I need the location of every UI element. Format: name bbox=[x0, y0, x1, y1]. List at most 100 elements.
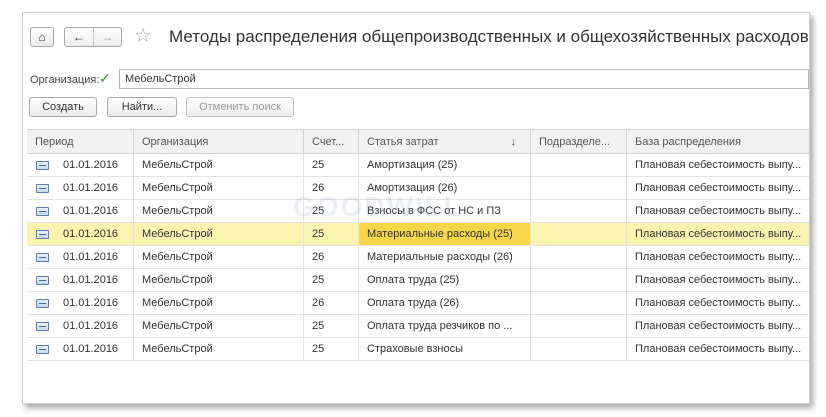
toolbar: Создать Найти... Отменить поиск bbox=[23, 97, 809, 119]
cell-cost-item[interactable]: Оплата труда резчиков по ... bbox=[359, 315, 531, 337]
table-row[interactable]: 01.01.2016 МебельСтрой 25 Материальные расх… bbox=[27, 223, 809, 246]
form-header: ⌂ ← → ☆ Методы распределения общепроизво… bbox=[23, 13, 809, 63]
cell-account[interactable]: 26 bbox=[304, 292, 359, 314]
period-value: 01.01.2016 bbox=[63, 274, 119, 286]
cell-division[interactable] bbox=[531, 269, 627, 291]
record-icon bbox=[36, 207, 49, 216]
cell-cost-item[interactable]: Материальные расходы (26) bbox=[359, 246, 531, 268]
record-icon bbox=[36, 253, 49, 262]
cell-division[interactable] bbox=[531, 154, 627, 176]
cell-cost-item[interactable]: Амортизация (25) bbox=[359, 154, 531, 176]
cell-organization[interactable]: МебельСтрой bbox=[134, 315, 304, 337]
cell-period[interactable]: 01.01.2016 bbox=[27, 269, 134, 291]
cell-account[interactable]: 25 bbox=[304, 223, 359, 245]
column-header-cost-item[interactable]: Статья затрат ↓ bbox=[359, 130, 531, 154]
favorite-star-icon[interactable]: ☆ bbox=[134, 23, 152, 48]
column-header-account[interactable]: Счет... bbox=[304, 130, 359, 154]
organization-filter-checkbox[interactable]: ✓ bbox=[99, 70, 111, 87]
column-header-division[interactable]: Подразделе... bbox=[531, 130, 627, 154]
record-icon bbox=[36, 276, 49, 285]
cell-period[interactable]: 01.01.2016 bbox=[27, 154, 134, 176]
organization-filter: Организация: ✓ МебельСтрой bbox=[23, 69, 809, 91]
cell-distribution-base[interactable]: Плановая себестоимость выпу... bbox=[627, 292, 809, 314]
cell-distribution-base[interactable]: Плановая себестоимость выпу... bbox=[627, 269, 809, 291]
forward-arrow-icon[interactable]: → bbox=[92, 28, 122, 46]
period-value: 01.01.2016 bbox=[63, 343, 119, 355]
period-value: 01.01.2016 bbox=[63, 205, 119, 217]
cell-organization[interactable]: МебельСтрой bbox=[134, 338, 304, 360]
cell-division[interactable] bbox=[531, 315, 627, 337]
cell-distribution-base[interactable]: Плановая себестоимость выпу... bbox=[627, 246, 809, 268]
cell-account[interactable]: 26 bbox=[304, 177, 359, 199]
cell-account[interactable]: 25 bbox=[304, 200, 359, 222]
cell-division[interactable] bbox=[531, 292, 627, 314]
cell-account[interactable]: 26 bbox=[304, 246, 359, 268]
home-icon: ⌂ bbox=[38, 30, 46, 44]
table-row[interactable]: 01.01.2016 МебельСтрой 25 Оплата труда резч… bbox=[27, 315, 809, 338]
cell-account[interactable]: 25 bbox=[304, 338, 359, 360]
create-button[interactable]: Создать bbox=[29, 97, 97, 117]
record-icon bbox=[36, 345, 49, 354]
cell-period[interactable]: 01.01.2016 bbox=[27, 338, 134, 360]
cell-cost-item[interactable]: Оплата труда (25) bbox=[359, 269, 531, 291]
table-row[interactable]: 01.01.2016 МебельСтрой 25 Оплата труда (25)… bbox=[27, 269, 809, 292]
column-header-distribution-base[interactable]: База распределения bbox=[627, 130, 809, 154]
cell-distribution-base[interactable]: Плановая себестоимость выпу... bbox=[627, 154, 809, 176]
record-icon bbox=[36, 322, 49, 331]
record-icon bbox=[36, 161, 49, 170]
period-value: 01.01.2016 bbox=[63, 228, 119, 240]
cell-account[interactable]: 25 bbox=[304, 315, 359, 337]
table-row[interactable]: 01.01.2016 МебельСтрой 26 Оплата труда (26)… bbox=[27, 292, 809, 315]
cell-account[interactable]: 25 bbox=[304, 154, 359, 176]
cell-account[interactable]: 25 bbox=[304, 269, 359, 291]
cell-cost-item[interactable]: Взносы в ФСС от НС и ПЗ bbox=[359, 200, 531, 222]
cell-organization[interactable]: МебельСтрой bbox=[134, 246, 304, 268]
cell-cost-item[interactable]: Материальные расходы (25) bbox=[359, 223, 531, 245]
column-header-period[interactable]: Период bbox=[27, 130, 134, 154]
back-arrow-icon[interactable]: ← bbox=[65, 28, 93, 46]
cell-organization[interactable]: МебельСтрой bbox=[134, 154, 304, 176]
cell-distribution-base[interactable]: Плановая себестоимость выпу... bbox=[627, 223, 809, 245]
find-button[interactable]: Найти... bbox=[107, 97, 177, 117]
cell-cost-item[interactable]: Амортизация (26) bbox=[359, 177, 531, 199]
cell-period[interactable]: 01.01.2016 bbox=[27, 292, 134, 314]
cell-division[interactable] bbox=[531, 200, 627, 222]
cell-distribution-base[interactable]: Плановая себестоимость выпу... bbox=[627, 177, 809, 199]
cell-cost-item[interactable]: Страховые взносы bbox=[359, 338, 531, 360]
cell-period[interactable]: 01.01.2016 bbox=[27, 200, 134, 222]
organization-field[interactable]: МебельСтрой bbox=[119, 69, 809, 89]
table-row[interactable]: 01.01.2016 МебельСтрой 25 Страховые взносы П… bbox=[27, 338, 809, 361]
column-header-cost-item-label: Статья затрат bbox=[367, 136, 439, 148]
form-window: ⌂ ← → ☆ Методы распределения общепроизво… bbox=[22, 12, 810, 404]
cell-distribution-base[interactable]: Плановая себестоимость выпу... bbox=[627, 338, 809, 360]
table-row[interactable]: 01.01.2016 МебельСтрой 25 Взносы в ФСС от Н… bbox=[27, 200, 809, 223]
table-row[interactable]: 01.01.2016 МебельСтрой 25 Амортизация (25) П… bbox=[27, 154, 809, 177]
table-header: Период Организация Счет... Статья затрат… bbox=[27, 130, 809, 154]
table-row[interactable]: 01.01.2016 МебельСтрой 26 Амортизация (26) П… bbox=[27, 177, 809, 200]
cancel-search-button[interactable]: Отменить поиск bbox=[186, 97, 294, 117]
cell-period[interactable]: 01.01.2016 bbox=[27, 177, 134, 199]
navigation-buttons: ← → bbox=[64, 27, 122, 47]
cell-organization[interactable]: МебельСтрой bbox=[134, 292, 304, 314]
cell-organization[interactable]: МебельСтрой bbox=[134, 200, 304, 222]
record-icon bbox=[36, 299, 49, 308]
cell-period[interactable]: 01.01.2016 bbox=[27, 223, 134, 245]
cell-period[interactable]: 01.01.2016 bbox=[27, 246, 134, 268]
cell-division[interactable] bbox=[531, 177, 627, 199]
cell-period[interactable]: 01.01.2016 bbox=[27, 315, 134, 337]
cell-organization[interactable]: МебельСтрой bbox=[134, 177, 304, 199]
sort-descending-icon: ↓ bbox=[510, 136, 517, 148]
cell-division[interactable] bbox=[531, 223, 627, 245]
cell-distribution-base[interactable]: Плановая себестоимость выпу... bbox=[627, 200, 809, 222]
cell-division[interactable] bbox=[531, 338, 627, 360]
period-value: 01.01.2016 bbox=[63, 297, 119, 309]
cell-organization[interactable]: МебельСтрой bbox=[134, 223, 304, 245]
cell-division[interactable] bbox=[531, 246, 627, 268]
home-button[interactable]: ⌂ bbox=[30, 27, 54, 47]
period-value: 01.01.2016 bbox=[63, 320, 119, 332]
cell-organization[interactable]: МебельСтрой bbox=[134, 269, 304, 291]
cell-cost-item[interactable]: Оплата труда (26) bbox=[359, 292, 531, 314]
column-header-organization[interactable]: Организация bbox=[134, 130, 304, 154]
table-row[interactable]: 01.01.2016 МебельСтрой 26 Материальные расх… bbox=[27, 246, 809, 269]
cell-distribution-base[interactable]: Плановая себестоимость выпу... bbox=[627, 315, 809, 337]
